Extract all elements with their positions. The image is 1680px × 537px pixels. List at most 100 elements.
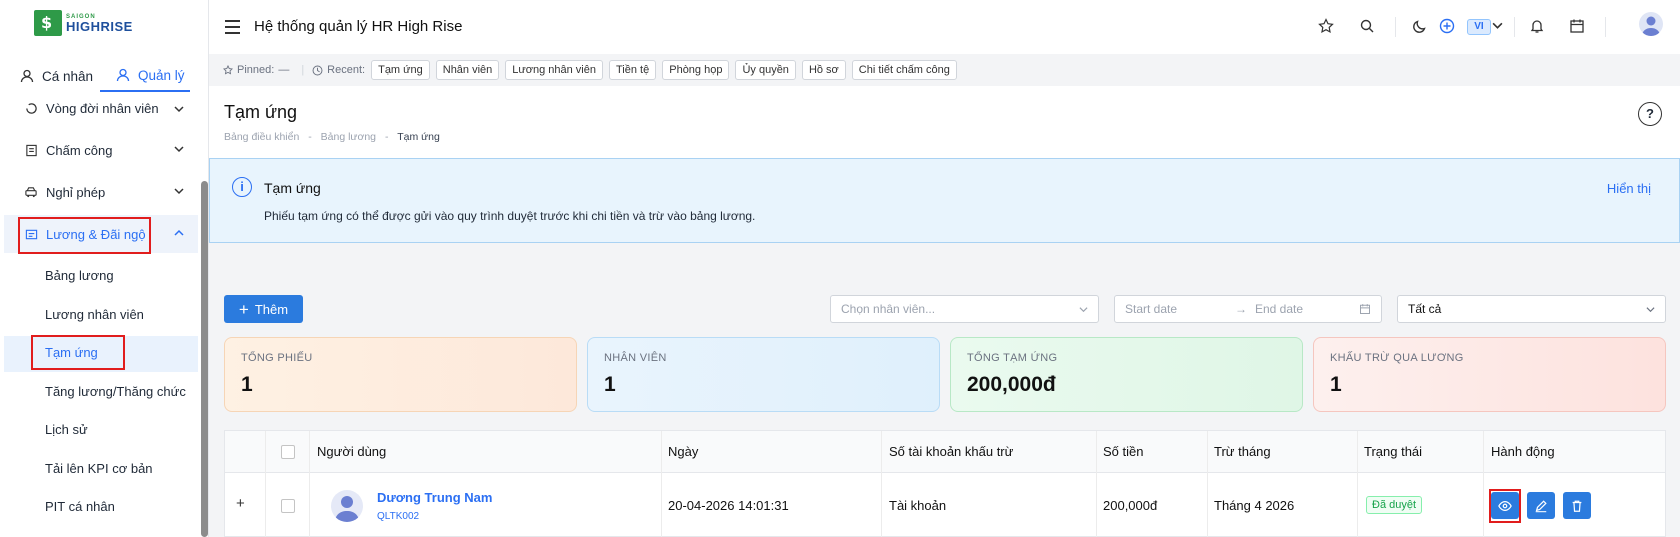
column-header[interactable]: Trạng thái [1364, 444, 1422, 459]
sidebar-subitem-raise-promotion[interactable]: Tăng lương/Thăng chức [45, 384, 186, 399]
select-all-checkbox[interactable] [281, 445, 295, 459]
search-icon[interactable] [1359, 18, 1375, 34]
recent-chip[interactable]: Ủy quyền [735, 60, 796, 80]
status-badge: Đã duyệt [1366, 496, 1423, 514]
column-header[interactable]: Trừ tháng [1214, 444, 1271, 459]
pinned-value: — [278, 64, 290, 76]
stat-label: TỔNG TẠM ỨNG [967, 352, 1058, 364]
column-header[interactable]: Người dùng [317, 444, 386, 459]
header-divider [1395, 17, 1396, 37]
row-checkbox[interactable] [281, 499, 295, 513]
breadcrumb-item[interactable]: Bảng điều khiển [224, 131, 299, 143]
date-cell: 20-04-2026 14:01:31 [668, 498, 789, 513]
column-divider [1483, 431, 1484, 537]
recent-chip[interactable]: Chi tiết chấm công [851, 60, 957, 80]
arrow-right-icon: → [1235, 302, 1247, 316]
amount-cell: 200,000đ [1103, 498, 1158, 513]
pencil-icon [1535, 499, 1547, 512]
employee-select[interactable]: Chọn nhân viên... [830, 295, 1099, 323]
clipboard-icon [24, 143, 38, 157]
sidebar-item-attendance[interactable]: Chấm công [4, 131, 198, 169]
recent-chip[interactable]: Nhân viên [435, 60, 500, 80]
sidebar-subitem-history[interactable]: Lịch sử [45, 422, 88, 437]
column-divider [1357, 431, 1358, 537]
edit-button[interactable] [1527, 492, 1555, 519]
breadcrumb-item[interactable]: Bảng lương [321, 131, 376, 143]
add-circle-icon[interactable] [1439, 18, 1455, 34]
stat-card-total-slips: TỔNG PHIẾU 1 [224, 337, 577, 412]
add-button-label: Thêm [254, 301, 289, 317]
recent-label: Recent: [327, 64, 366, 76]
tab-personal-label: Cá nhân [42, 68, 94, 84]
tab-manage-label: Quản lý [138, 67, 185, 83]
avatar-icon [331, 490, 363, 522]
cycle-icon [24, 101, 38, 115]
recent-chip[interactable]: Tiền tệ [609, 60, 657, 80]
banner-title: Tạm ứng [264, 180, 321, 196]
stat-label: TỔNG PHIẾU [241, 352, 313, 364]
column-divider [265, 431, 266, 537]
calendar-icon[interactable] [1569, 18, 1585, 34]
expand-row-icon[interactable]: + [236, 495, 245, 512]
date-range-picker[interactable]: Start date → End date [1114, 295, 1382, 323]
star-icon [223, 65, 233, 75]
column-header[interactable]: Số tài khoản khấu trừ [889, 444, 1013, 459]
chevron-down-icon [174, 106, 184, 113]
moon-icon[interactable] [1412, 18, 1428, 34]
star-icon[interactable] [1318, 18, 1334, 34]
user-avatar-icon[interactable] [1639, 12, 1663, 36]
start-date-input[interactable]: Start date [1125, 302, 1177, 316]
info-banner: i Tạm ứng Phiếu tạm ứng có thể được gửi … [209, 158, 1680, 243]
user-name-link[interactable]: Dương Trung Nam [377, 490, 492, 505]
language-badge[interactable]: VI [1467, 19, 1491, 35]
stat-card-total-advance: TỔNG TẠM ỨNG 200,000đ [950, 337, 1303, 412]
sidebar-subitem-pit[interactable]: PIT cá nhân [45, 499, 115, 514]
chevron-down-icon [1646, 307, 1655, 313]
column-header[interactable]: Ngày [668, 444, 698, 459]
end-date-input[interactable]: End date [1255, 296, 1303, 322]
help-icon[interactable]: ? [1638, 102, 1662, 126]
sidebar-item-employee-lifecycle[interactable]: Vòng đời nhân viên [4, 91, 198, 125]
banner-show-link[interactable]: Hiển thị [1607, 181, 1651, 196]
tab-personal[interactable]: Cá nhân [0, 60, 100, 92]
sidebar-scrollbar[interactable] [201, 181, 208, 537]
highlight-box [18, 217, 151, 254]
sidebar-item-label: Chấm công [46, 142, 113, 158]
stat-card-employees: NHÂN VIÊN 1 [587, 337, 940, 412]
column-header[interactable]: Số tiền [1103, 444, 1143, 459]
tab-manage[interactable]: Quản lý [100, 60, 190, 92]
sidebar-item-label: Vòng đời nhân viên [46, 100, 159, 116]
sidebar-subitem-payroll[interactable]: Bảng lương [45, 268, 114, 283]
month-cell: Tháng 4 2026 [1214, 498, 1295, 513]
recent-chip[interactable]: Phòng họp [662, 60, 730, 80]
banner-description: Phiếu tạm ứng có thể được gửi vào quy tr… [264, 209, 756, 223]
sidebar-subitem-kpi-upload[interactable]: Tải lên KPI cơ bản [45, 461, 153, 476]
stat-value: 1 [1330, 373, 1342, 396]
recent-chip[interactable]: Lương nhân viên [505, 60, 603, 80]
menu-icon[interactable] [225, 20, 240, 34]
recent-chip[interactable]: Hồ sơ [801, 60, 846, 80]
chevron-down-icon[interactable] [1492, 20, 1503, 31]
header-divider [1514, 17, 1515, 37]
pinned-section: Pinned: — [223, 64, 289, 76]
recent-chip[interactable]: Tạm ứng [371, 60, 430, 80]
highlight-box [31, 335, 125, 370]
status-select[interactable]: Tất cả [1397, 295, 1666, 323]
add-button[interactable]: + Thêm [224, 295, 303, 323]
trash-icon [1572, 500, 1582, 512]
breadcrumb-current: Tạm ứng [397, 131, 440, 143]
sidebar-subitem-employee-salary[interactable]: Lương nhân viên [45, 307, 144, 322]
stat-value: 1 [241, 373, 253, 396]
info-icon: i [232, 177, 252, 197]
chevron-down-icon [1079, 307, 1088, 313]
column-header[interactable]: Hành động [1491, 444, 1555, 459]
delete-button[interactable] [1563, 492, 1591, 519]
user-icon [20, 69, 34, 83]
sidebar: SAIGON HIGHRISE Cá nhân Quản lý Vòng đời… [0, 0, 209, 537]
sidebar-item-leave[interactable]: Nghỉ phép [4, 173, 198, 211]
pinbar-divider: | [301, 64, 305, 76]
chevron-up-icon [174, 229, 184, 236]
highlight-box [1489, 489, 1521, 523]
company-logo[interactable]: SAIGON HIGHRISE [34, 10, 133, 36]
bell-icon[interactable] [1529, 18, 1545, 34]
